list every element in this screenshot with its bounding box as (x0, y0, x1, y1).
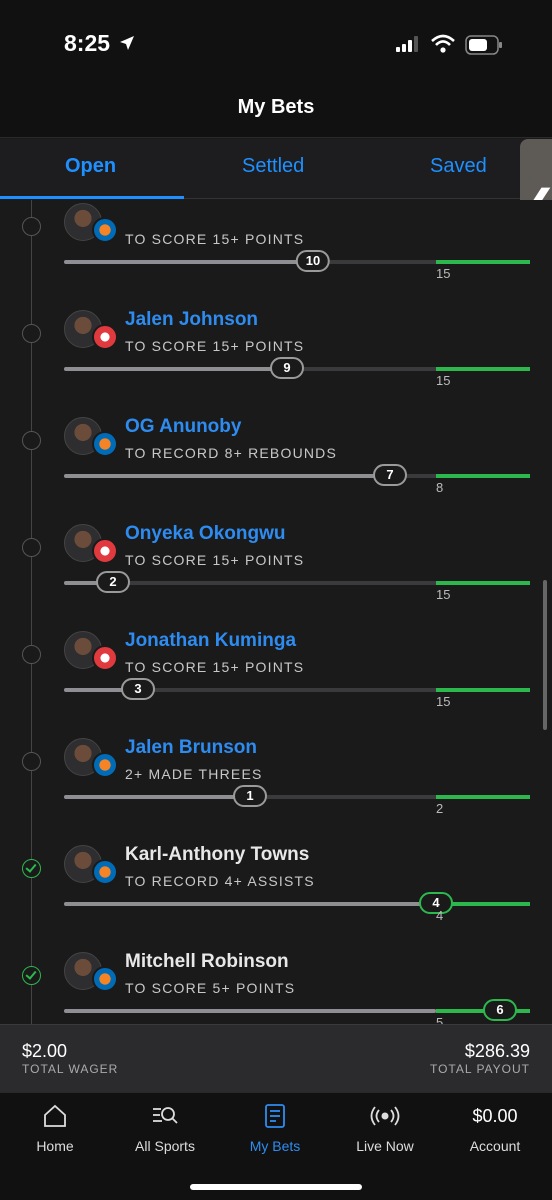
nav-my-bets-label: My Bets (249, 1138, 301, 1154)
bet-leg[interactable]: Jalen Brunson 2+ MADE THREES 1 2 (0, 648, 552, 816)
status-time: 8:25 (64, 30, 111, 56)
progress-track: 65 (64, 999, 530, 1024)
nav-account-label: Account (469, 1138, 521, 1154)
nav-all-sports-label: All Sports (135, 1138, 195, 1154)
bet-leg[interactable]: Mitchell Robinson TO SCORE 5+ POINTS 6 5 (0, 862, 552, 1024)
battery-icon (465, 35, 503, 60)
check-circle-icon (22, 966, 41, 985)
bet-totals: $2.00 TOTAL WAGER $286.39 TOTAL PAYOUT (0, 1024, 552, 1092)
nav-my-bets[interactable]: My Bets (220, 1093, 330, 1163)
nav-live-now-label: Live Now (356, 1138, 414, 1154)
total-payout-label: TOTAL PAYOUT (429, 1062, 530, 1076)
active-tab-indicator (0, 196, 184, 199)
scroll-indicator[interactable] (543, 580, 547, 730)
search-sports-icon (110, 1103, 220, 1129)
bet-slip-icon (220, 1103, 330, 1129)
bet-legs-list[interactable]: TO SCORE 15+ POINTS 10 15 Jalen Johnson TO S… (0, 200, 552, 1024)
total-wager-label: TOTAL WAGER (22, 1062, 119, 1076)
page-title: My Bets (237, 96, 315, 118)
target-value: 5 (436, 1015, 444, 1024)
bet-leg[interactable]: OG Anunoby TO RECORD 8+ REBOUNDS 7 8 (0, 327, 552, 495)
bet-tabs: Open Settled Saved (0, 139, 552, 199)
nav-home[interactable]: Home (0, 1093, 110, 1163)
total-payout-value: $286.39 (464, 1041, 530, 1061)
location-arrow-icon (118, 34, 136, 57)
current-stat-pill: 6 (483, 999, 517, 1021)
tab-saved[interactable]: Saved (430, 155, 487, 178)
tab-settled[interactable]: Settled (242, 155, 304, 178)
account-balance: $0.00 (440, 1103, 550, 1129)
status-bar: 8:25 (0, 0, 552, 80)
signal-icon (396, 36, 420, 57)
bet-leg[interactable]: TO SCORE 15+ POINTS 10 15 (0, 200, 552, 281)
prop-description: TO SCORE 5+ POINTS (125, 980, 296, 996)
nav-account[interactable]: $0.00 Account (440, 1093, 550, 1163)
tab-open[interactable]: Open (65, 155, 116, 178)
live-broadcast-icon (330, 1103, 440, 1129)
home-indicator (190, 1184, 362, 1190)
nav-all-sports[interactable]: All Sports (110, 1093, 220, 1163)
progress-fill (64, 1009, 436, 1013)
nav-home-label: Home (36, 1138, 74, 1154)
bet-leg[interactable]: Jonathan Kuminga TO SCORE 15+ POINTS 3 15 (0, 541, 552, 709)
player-name: Mitchell Robinson (125, 951, 289, 972)
bet-leg[interactable]: Onyeka Okongwu TO SCORE 15+ POINTS 2 15 (0, 434, 552, 602)
nav-header: My Bets (0, 80, 552, 138)
account-balance-value: $0.00 (472, 1106, 518, 1126)
bet-leg[interactable]: Jalen Johnson TO SCORE 15+ POINTS 9 15 (0, 220, 552, 388)
home-icon (0, 1103, 110, 1129)
knicks-logo-icon (92, 966, 118, 992)
nav-live-now[interactable]: Live Now (330, 1093, 440, 1163)
total-wager-value: $2.00 (22, 1041, 68, 1061)
bet-leg[interactable]: Karl-Anthony Towns TO RECORD 4+ ASSISTS 4 4 (0, 755, 552, 923)
wifi-icon (430, 34, 456, 59)
